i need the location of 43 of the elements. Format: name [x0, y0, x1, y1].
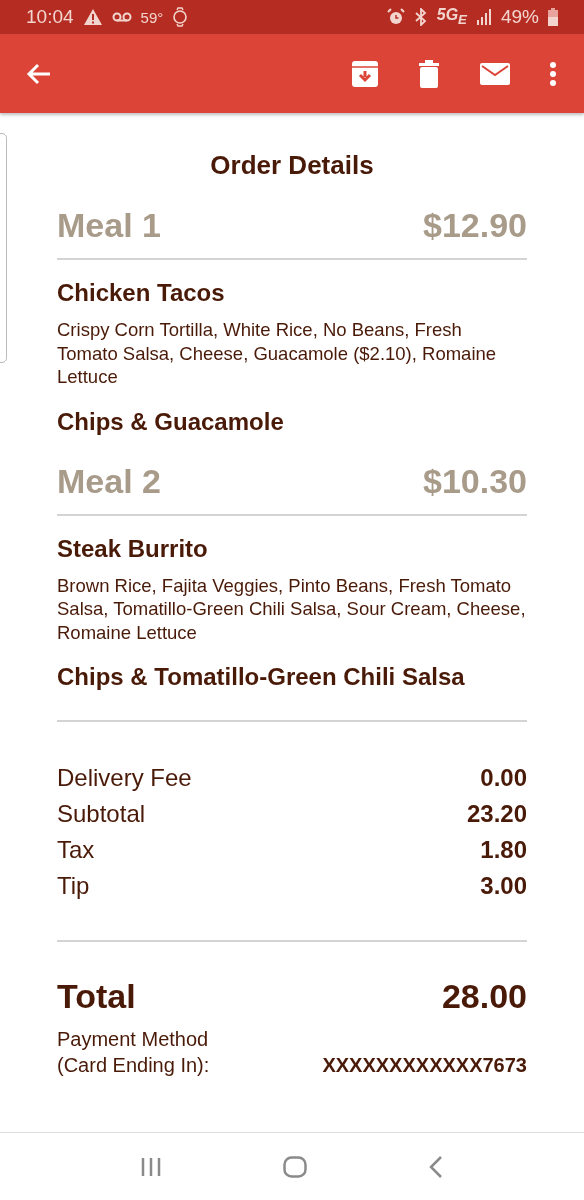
charge-label: Tip [57, 871, 90, 901]
status-time: 10:04 [26, 6, 74, 28]
watch-icon [172, 7, 189, 27]
item-name: Chicken Tacos [57, 278, 226, 308]
trash-icon[interactable] [419, 59, 439, 88]
meal-price: $12.90 [423, 205, 527, 245]
voicemail-icon [111, 11, 132, 23]
item-name: Chips & Guacamole [57, 406, 285, 437]
charge-value: 1.80 [480, 835, 527, 865]
mail-icon[interactable] [480, 62, 510, 85]
payment-sublabel: (Card Ending In): [57, 1053, 210, 1078]
charge-value: 23.20 [466, 799, 527, 829]
home-icon[interactable] [283, 1155, 307, 1178]
temperature: 59° [140, 8, 164, 26]
meal-price: $10.30 [423, 460, 527, 501]
total-label: Total [57, 976, 136, 1017]
warning-icon [82, 8, 103, 26]
total-value: 28.00 [441, 976, 527, 1017]
payment-label: Payment Method [57, 1027, 210, 1052]
battery-percent: 49% [500, 6, 539, 28]
item-description: Brown Rice, Fajita Veggies, Pinto Beans, Fresh Tomato Salsa, Tomatillo-Green Chili Salsa, Sour Cream, Cheese, Romaine Lettuce [57, 573, 527, 644]
archive-icon[interactable] [352, 60, 378, 87]
page-title: Order Details [209, 149, 375, 182]
alarm-icon [386, 8, 405, 26]
network-type: 5G$_{E}$ [436, 6, 467, 28]
battery-icon [548, 8, 558, 26]
back-icon[interactable] [429, 1155, 443, 1178]
charge-value: 3.00 [480, 871, 527, 901]
signal-icon [475, 9, 492, 25]
item-description: Crispy Corn Tortilla, White Rice, No Beans, Fresh Tomato Salsa, Cheese, Guacamole ($2.10), Romaine Lettuce [57, 318, 498, 389]
item-name: Steak Burrito [57, 533, 209, 564]
meal-name: Meal 2 [57, 460, 161, 501]
charge-label: Subtotal [57, 799, 146, 829]
charge-label: Delivery Fee [57, 763, 192, 793]
charge-label: Tax [57, 835, 95, 865]
meal-name: Meal 1 [57, 205, 161, 245]
card-number: XXXXXXXXXXXX7673 [322, 1053, 527, 1078]
charge-value: 0.00 [480, 763, 527, 793]
bluetooth-icon [413, 8, 428, 26]
more-options-icon[interactable] [550, 61, 556, 86]
back-arrow-icon[interactable] [26, 61, 52, 86]
item-name: Chips & Tomatillo-Green Chili Salsa [57, 662, 466, 692]
recent-apps-icon[interactable] [141, 1156, 161, 1177]
